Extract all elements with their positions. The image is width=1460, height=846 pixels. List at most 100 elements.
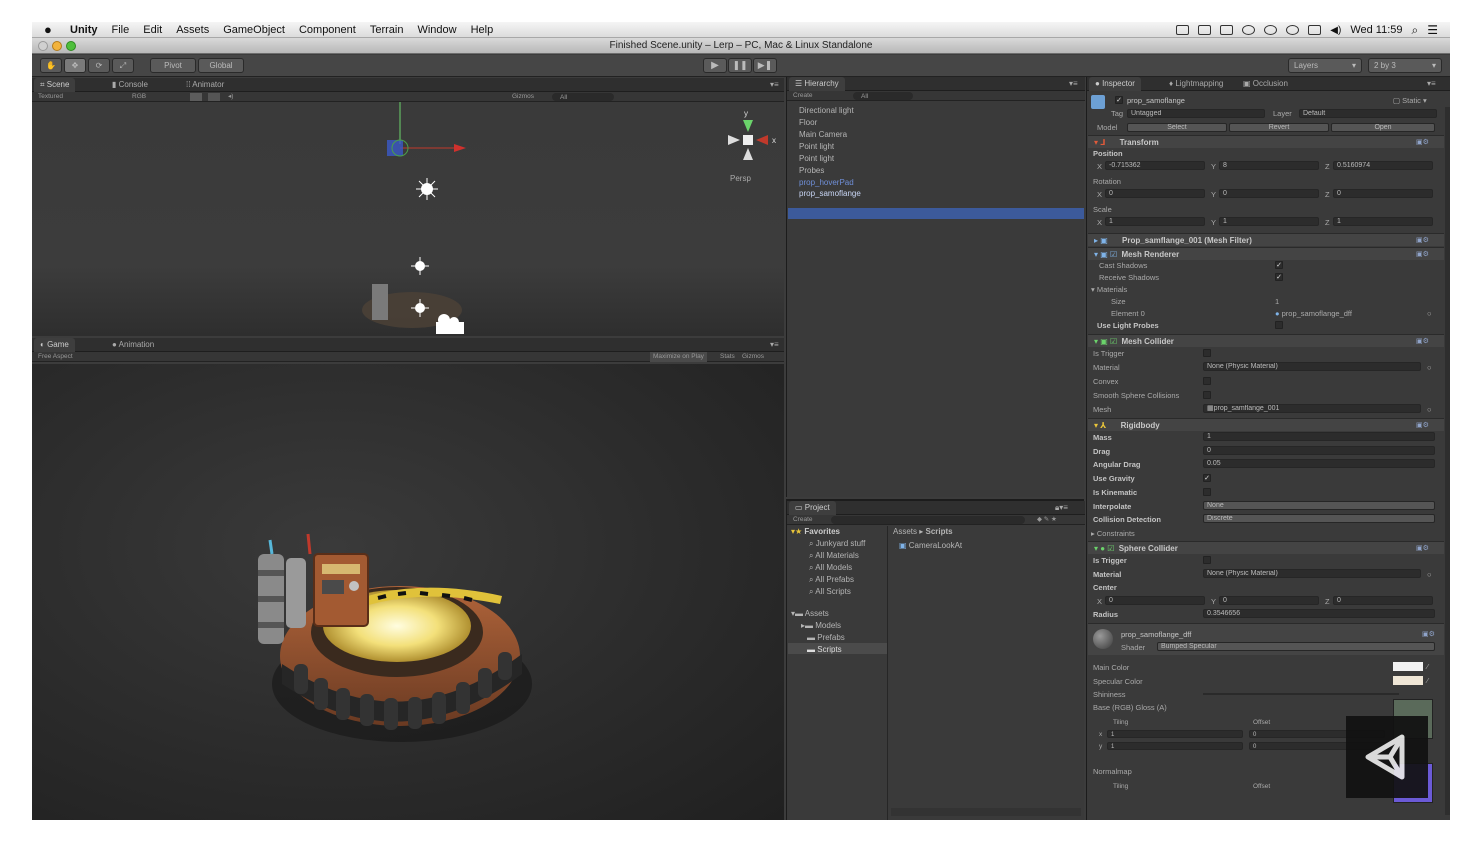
- tiling-y-field[interactable]: 1: [1107, 742, 1243, 750]
- gear-icon[interactable]: ▣⚙: [1416, 335, 1432, 348]
- menu-component[interactable]: Component: [299, 24, 356, 36]
- display-icon[interactable]: [1220, 25, 1234, 35]
- samoflange-render[interactable]: [258, 533, 532, 742]
- favorite-item[interactable]: ⌕ Junkyard stuff: [809, 539, 865, 549]
- stats-toggle[interactable]: Stats: [720, 352, 735, 362]
- notification-icon[interactable]: ☰: [1427, 23, 1438, 37]
- favorite-item[interactable]: ⌕ All Prefabs: [809, 575, 854, 585]
- camera-icon[interactable]: [1176, 25, 1190, 35]
- hierarchy-search-input[interactable]: All: [853, 92, 913, 100]
- bluetooth-icon[interactable]: [1264, 25, 1278, 35]
- pause-button[interactable]: ❚❚: [728, 58, 752, 73]
- select-button[interactable]: Select: [1127, 123, 1227, 132]
- panel-menu-icon[interactable]: ▾≡: [764, 338, 785, 352]
- layer-dropdown[interactable]: Default: [1299, 109, 1437, 118]
- specular-color-swatch[interactable]: [1393, 676, 1423, 685]
- assets-header[interactable]: ▾▬ Assets: [791, 609, 829, 618]
- filter-icons[interactable]: ◆ ✎ ★: [1037, 515, 1057, 525]
- menu-terrain[interactable]: Terrain: [370, 24, 404, 36]
- is-trigger-checkbox[interactable]: [1203, 349, 1211, 357]
- scale-z-field[interactable]: 1: [1333, 217, 1433, 226]
- folder-item-selected[interactable]: ▬ Scripts: [807, 645, 842, 654]
- main-color-swatch[interactable]: [1393, 662, 1423, 671]
- is-kinematic-checkbox[interactable]: [1203, 488, 1211, 496]
- rigidbody-header[interactable]: ▾ ⅄ Rigidbody ▣⚙: [1088, 418, 1444, 431]
- sphere-collider-header[interactable]: ▾ ● ☑ Sphere Collider ▣⚙: [1088, 541, 1444, 554]
- transform-header[interactable]: ▾ ⅃ Transform ▣⚙: [1088, 135, 1444, 148]
- step-button[interactable]: ▶❚: [753, 58, 777, 73]
- center-y-field[interactable]: 0: [1219, 596, 1319, 605]
- favorite-item[interactable]: ⌕ All Materials: [809, 551, 859, 561]
- global-toggle[interactable]: Global: [198, 58, 244, 73]
- collision-detection-dropdown[interactable]: Discrete: [1203, 514, 1435, 523]
- object-picker-icon[interactable]: ○: [1427, 405, 1432, 414]
- gear-icon[interactable]: ▣⚙: [1416, 248, 1432, 261]
- rotation-z-field[interactable]: 0: [1333, 189, 1433, 198]
- favorite-item[interactable]: ⌕ All Models: [809, 563, 852, 573]
- hierarchy-item[interactable]: Directional light: [799, 106, 854, 115]
- position-z-field[interactable]: 0.5160974: [1333, 161, 1433, 170]
- menu-help[interactable]: Help: [471, 24, 494, 36]
- drag-field[interactable]: 0: [1203, 446, 1435, 455]
- object-picker-icon[interactable]: ○: [1427, 570, 1432, 579]
- project-search-input[interactable]: [831, 516, 1025, 524]
- rotation-y-field[interactable]: 0: [1219, 189, 1319, 198]
- tag-dropdown[interactable]: Untagged: [1127, 109, 1265, 118]
- project-create-dropdown[interactable]: Create: [793, 515, 813, 525]
- scene-search-input[interactable]: All: [552, 93, 614, 101]
- tiling-x-field[interactable]: 1: [1107, 730, 1243, 738]
- tab-lightmapping[interactable]: ♦ Lightmapping: [1163, 77, 1229, 91]
- shader-dropdown[interactable]: Bumped Specular: [1157, 642, 1435, 651]
- time-machine-icon[interactable]: [1242, 25, 1256, 35]
- object-picker-icon[interactable]: ○: [1427, 363, 1432, 372]
- object-name-field[interactable]: prop_samoflange: [1127, 96, 1185, 105]
- orientation-gizmo[interactable]: [728, 120, 768, 160]
- is-trigger-checkbox[interactable]: [1203, 556, 1211, 564]
- smooth-collisions-checkbox[interactable]: [1203, 391, 1211, 399]
- physic-material-field[interactable]: None (Physic Material): [1203, 569, 1421, 578]
- canister-model[interactable]: [372, 284, 388, 320]
- gear-icon[interactable]: ▣⚙: [1422, 630, 1438, 638]
- rotation-x-field[interactable]: 0: [1105, 189, 1205, 198]
- element0-field[interactable]: ● prop_samoflange_dff: [1275, 309, 1352, 318]
- tab-animation[interactable]: ● Animation: [106, 338, 160, 352]
- inspector-scrollbar[interactable]: [1445, 107, 1450, 815]
- light-probes-checkbox[interactable]: [1275, 321, 1283, 329]
- radius-field[interactable]: 0.3546656: [1203, 609, 1435, 618]
- open-button[interactable]: Open: [1331, 123, 1435, 132]
- scale-x-field[interactable]: 1: [1105, 217, 1205, 226]
- mesh-renderer-header[interactable]: ▾ ▣ ☑ Mesh Renderer ▣⚙: [1088, 247, 1444, 260]
- physic-material-field[interactable]: None (Physic Material): [1203, 362, 1421, 371]
- menu-gameobject[interactable]: GameObject: [223, 24, 285, 36]
- tab-game[interactable]: ◐ Game: [34, 338, 75, 352]
- hierarchy-item[interactable]: Point light: [799, 142, 834, 151]
- asset-file[interactable]: ▣ CameraLookAt: [899, 541, 962, 550]
- apple-icon[interactable]: ●: [44, 22, 58, 37]
- aspect-dropdown[interactable]: Free Aspect: [38, 352, 73, 362]
- render-dropdown[interactable]: RGB: [132, 92, 146, 102]
- breadcrumb-item[interactable]: Assets: [893, 527, 917, 536]
- sync-icon[interactable]: [1286, 25, 1300, 35]
- zoom-button[interactable]: [66, 41, 76, 51]
- menu-app[interactable]: Unity: [70, 24, 98, 36]
- scene-view[interactable]: y x Persp: [32, 102, 784, 336]
- gizmos-dropdown[interactable]: Gizmos: [512, 92, 534, 102]
- mesh-collider-header[interactable]: ▾ ▣ ☑ Mesh Collider ▣⚙: [1088, 334, 1444, 347]
- play-button[interactable]: ▶: [703, 58, 727, 73]
- menu-assets[interactable]: Assets: [176, 24, 209, 36]
- center-x-field[interactable]: 0: [1105, 596, 1205, 605]
- lock-icon[interactable]: 🔒︎▾≡: [1049, 501, 1074, 515]
- tab-animator[interactable]: ⁞⁞ Animator: [180, 78, 230, 92]
- layout-dropdown[interactable]: 2 by 3 ▾: [1368, 58, 1442, 73]
- hierarchy-item-prefab[interactable]: prop_hoverPad: [799, 178, 854, 187]
- scale-tool-button[interactable]: ⤢: [112, 58, 134, 73]
- revert-button[interactable]: Revert: [1229, 123, 1329, 132]
- object-picker-icon[interactable]: ○: [1427, 309, 1432, 318]
- close-button[interactable]: [38, 41, 48, 51]
- panel-menu-icon[interactable]: ▾≡: [764, 78, 785, 92]
- scene-fx-toggle[interactable]: [208, 93, 220, 101]
- gear-icon[interactable]: ▣⚙: [1416, 419, 1432, 432]
- breadcrumb-item[interactable]: Scripts: [925, 527, 952, 536]
- hierarchy-create-dropdown[interactable]: Create: [793, 91, 813, 101]
- tab-hierarchy[interactable]: ☰ Hierarchy: [789, 77, 845, 91]
